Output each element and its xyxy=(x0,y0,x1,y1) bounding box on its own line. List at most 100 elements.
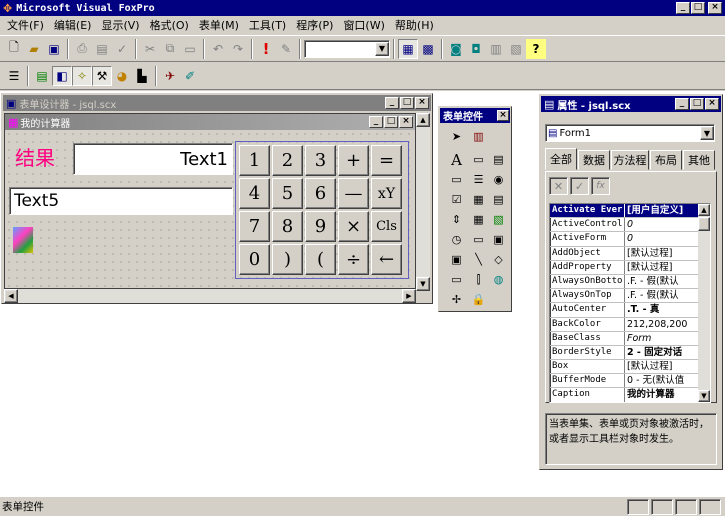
ole-bound-icon[interactable]: ▣ xyxy=(448,251,465,268)
menu-form[interactable]: 表单(M) xyxy=(194,17,244,34)
image-control-icon[interactable]: ▧ xyxy=(490,211,507,228)
tab-other[interactable]: 其他 xyxy=(683,150,715,170)
calc-button-3[interactable]: 3 xyxy=(305,145,336,176)
data-environment-icon[interactable]: ▤ xyxy=(32,66,52,86)
form1-surface[interactable]: ▦ 我的计算器 _ □ × 结果 Text1 Text5 1 2 3 + = 4… xyxy=(4,113,416,289)
editbox-icon[interactable]: ▤ xyxy=(490,151,507,168)
lock-icon[interactable]: 🔒 xyxy=(470,291,487,308)
color-palette-icon[interactable]: ◕ xyxy=(112,66,132,86)
grid-icon[interactable]: ▦ xyxy=(470,211,487,228)
scroll-up-icon[interactable]: ▲ xyxy=(416,113,430,127)
calc-button-multiply[interactable]: × xyxy=(338,211,369,242)
property-row[interactable]: BufferMode 0 - 无(默认值 xyxy=(550,374,698,389)
pointer-icon[interactable]: ➤ xyxy=(448,128,465,145)
property-row[interactable]: AlwaysOnBotto .F. - 假(默认 xyxy=(550,274,698,290)
property-row[interactable]: BaseClass Form xyxy=(550,331,698,346)
prop-scroll-down-icon[interactable]: ▼ xyxy=(698,390,710,402)
property-scrollbar[interactable]: ▲ ▼ xyxy=(698,204,710,402)
copy-icon[interactable]: ⧉ xyxy=(160,39,180,59)
view-window-icon[interactable]: ▩ xyxy=(418,39,438,59)
property-row[interactable]: Box [默认过程] xyxy=(550,360,698,375)
tab-methods[interactable]: 方法程 xyxy=(611,150,649,170)
calc-button-equals[interactable]: = xyxy=(371,145,402,176)
redo-icon[interactable]: ↷ xyxy=(228,39,248,59)
object-dropdown-icon[interactable]: ▼ xyxy=(700,126,714,140)
report-wizard-icon[interactable]: ◘ xyxy=(466,39,486,59)
database-combo[interactable]: ▼ xyxy=(304,39,390,58)
vertical-scrollbar[interactable]: ▲ ▼ xyxy=(416,113,430,291)
ole-container-icon[interactable]: ▣ xyxy=(490,231,507,248)
properties-maximize-button[interactable]: □ xyxy=(690,98,704,110)
builder-lock-icon[interactable]: ✢ xyxy=(448,291,465,308)
label-icon[interactable]: A xyxy=(448,151,465,169)
prop-scroll-thumb[interactable] xyxy=(698,217,710,231)
horizontal-scrollbar[interactable]: ◀ ▶ xyxy=(4,289,416,303)
calc-button-open-paren[interactable]: ( xyxy=(305,244,336,275)
form1-close-button[interactable]: × xyxy=(399,116,413,128)
menu-format[interactable]: 格式(O) xyxy=(145,17,194,34)
autoformat-icon[interactable]: ✐ xyxy=(180,66,200,86)
controls-toolbar-icon[interactable]: ⚒ xyxy=(92,66,112,86)
command-window-icon[interactable]: ▦ xyxy=(398,38,418,59)
menu-edit[interactable]: 编辑(E) xyxy=(49,17,97,34)
properties-close-button[interactable]: × xyxy=(705,98,719,110)
object-selector[interactable]: ▤ Form1 ▼ xyxy=(545,124,715,142)
form-image-icon[interactable] xyxy=(13,227,33,253)
text1-box[interactable]: Text1 xyxy=(73,143,233,175)
designer-maximize-button[interactable]: □ xyxy=(400,97,414,109)
property-row[interactable]: Activate Ever [用户自定义] xyxy=(550,204,698,219)
menu-view[interactable]: 显示(V) xyxy=(96,17,144,34)
hyperlink-icon[interactable]: ◍ xyxy=(490,271,507,288)
calc-button-0[interactable]: 0 xyxy=(239,244,270,275)
menu-program[interactable]: 程序(P) xyxy=(291,17,338,34)
property-row[interactable]: BorderStyle 2 - 固定对话 xyxy=(550,345,698,361)
calc-button-4[interactable]: 4 xyxy=(239,178,270,209)
option-group-icon[interactable]: ◉ xyxy=(490,171,507,188)
properties-minimize-button[interactable]: _ xyxy=(675,98,689,110)
calc-button-close-paren[interactable]: ) xyxy=(272,244,303,275)
text5-box[interactable]: Text5 xyxy=(9,187,233,215)
prop-scroll-up-icon[interactable]: ▲ xyxy=(698,204,710,216)
help-icon[interactable]: ? xyxy=(526,38,546,59)
print-icon[interactable]: ⎙ xyxy=(72,39,92,59)
tab-layout[interactable]: 布局 xyxy=(650,150,682,170)
close-button[interactable]: × xyxy=(708,2,722,14)
controls-close-button[interactable]: × xyxy=(497,110,509,121)
cut-icon[interactable]: ✂ xyxy=(140,39,160,59)
calc-button-1[interactable]: 1 xyxy=(239,145,270,176)
form-wizard-icon[interactable]: ◙ xyxy=(446,39,466,59)
shape-icon[interactable]: ◇ xyxy=(490,251,507,268)
line-icon[interactable]: ╲ xyxy=(470,251,487,268)
tab-data[interactable]: 数据 xyxy=(578,150,610,170)
separator-icon[interactable]: ⫿ xyxy=(470,271,487,288)
function-builder-icon[interactable]: fx xyxy=(591,177,610,195)
calc-button-5[interactable]: 5 xyxy=(272,178,303,209)
accept-edit-icon[interactable]: ✓ xyxy=(570,177,589,195)
textbox-icon[interactable]: ▭ xyxy=(470,151,487,168)
preview-icon[interactable]: ▤ xyxy=(92,39,112,59)
autoreport-icon[interactable]: ▧ xyxy=(506,39,526,59)
property-grid[interactable]: Activate Ever [用户自定义] ActiveControl 0 Ac… xyxy=(549,203,711,403)
code-window-icon[interactable]: ✧ xyxy=(72,66,92,86)
result-label[interactable]: 结果 xyxy=(15,142,55,171)
calc-button-2[interactable]: 2 xyxy=(272,145,303,176)
spell-icon[interactable]: ✓ xyxy=(112,39,132,59)
calc-button-power[interactable]: xY xyxy=(371,178,402,209)
form1-maximize-button[interactable]: □ xyxy=(384,116,398,128)
tab-order-icon[interactable]: ☰ xyxy=(4,66,24,86)
run-icon[interactable]: ! xyxy=(256,39,276,59)
form1-minimize-button[interactable]: _ xyxy=(369,116,383,128)
checkbox-icon[interactable]: ☑ xyxy=(448,191,465,208)
paste-icon[interactable]: ▭ xyxy=(180,39,200,59)
calc-button-8[interactable]: 8 xyxy=(272,211,303,242)
property-row[interactable]: ActiveControl 0 xyxy=(550,218,698,233)
property-row[interactable]: AlwaysOnTop .F. - 假(默认 xyxy=(550,289,698,304)
new-icon[interactable]: 🗋 xyxy=(4,39,24,59)
property-row[interactable]: AddProperty [默认过程] xyxy=(550,260,698,275)
pageframe-icon[interactable]: ▭ xyxy=(470,231,487,248)
timer-icon[interactable]: ◷ xyxy=(448,231,465,248)
chevron-down-icon[interactable]: ▼ xyxy=(375,41,389,56)
maximize-button[interactable]: □ xyxy=(691,2,705,14)
menu-file[interactable]: 文件(F) xyxy=(2,17,49,34)
property-row[interactable]: AutoCenter .T. - 真 xyxy=(550,303,698,318)
